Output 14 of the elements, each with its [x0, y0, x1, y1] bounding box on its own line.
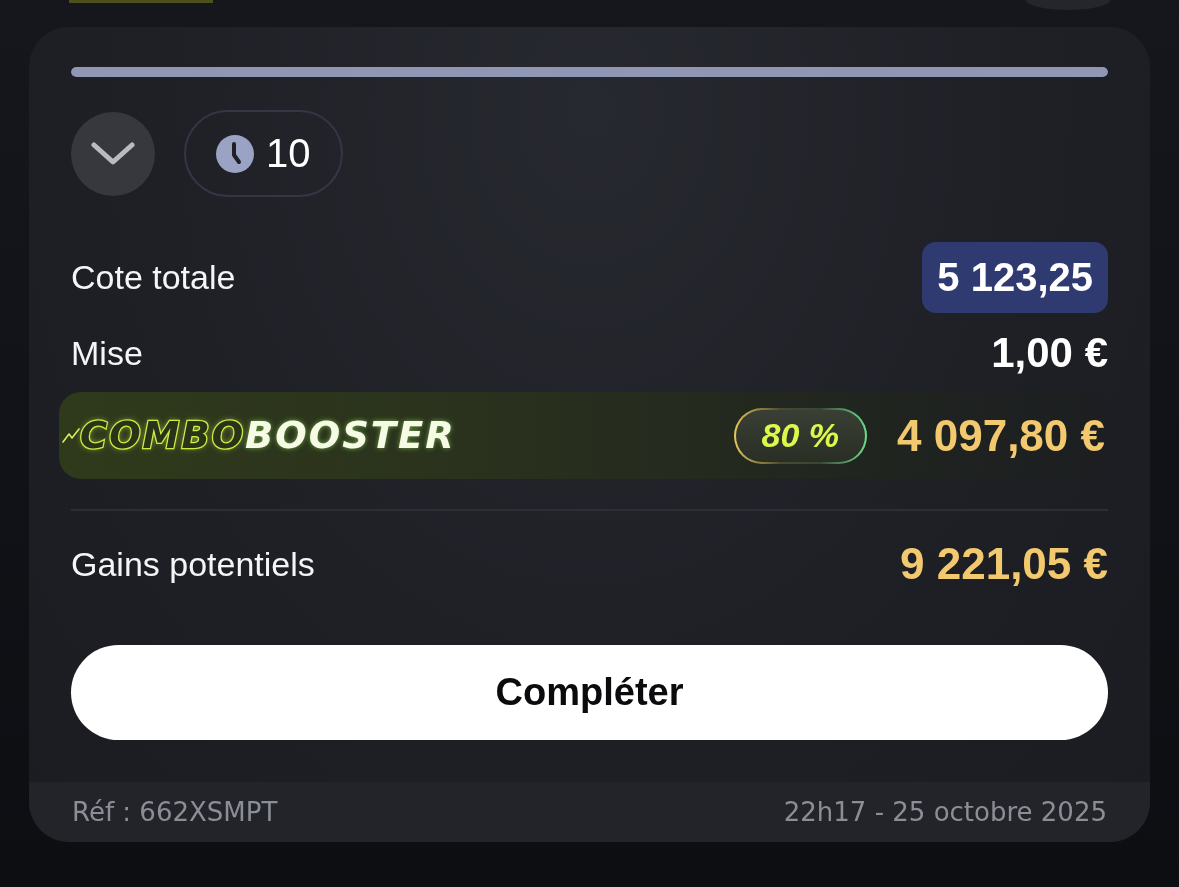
winnings-value: 9 221,05 €: [900, 539, 1108, 589]
summary-label: Cote totale: [71, 258, 236, 297]
chevron-icon: [91, 141, 135, 166]
winnings-label: Gains potentiels: [71, 544, 315, 584]
timer-button[interactable]: 10: [184, 110, 343, 197]
boost-amount: 4 097,80 €: [897, 410, 1105, 461]
combo-booster-logo: COMBOBOOSTER: [80, 417, 456, 454]
clock-icon: [216, 134, 254, 173]
stake-value: 1,00 €: [991, 329, 1108, 377]
reference-text: Réf : 662XSMPT: [72, 797, 278, 827]
odds-badge: 5 123,25: [922, 242, 1108, 313]
summary-label: Mise: [71, 333, 143, 373]
timestamp-text: 22h17 - 25 octobre 2025: [783, 797, 1107, 827]
complete-button[interactable]: Compléter: [71, 645, 1108, 740]
